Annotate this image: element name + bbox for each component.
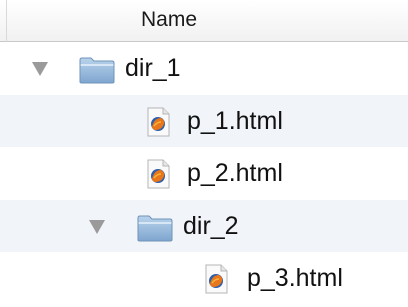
- column-header: Name: [0, 0, 408, 42]
- tree-row-dir-1[interactable]: dir_1: [0, 42, 408, 95]
- firefox-html-file-icon: [147, 159, 170, 189]
- tree-item-label: p_3.html: [247, 264, 343, 293]
- name-column-header[interactable]: Name: [141, 8, 197, 32]
- tree-row-dir-2[interactable]: dir_2: [0, 199, 408, 253]
- tree-row-p-2[interactable]: p_2.html: [0, 147, 408, 200]
- finder-list-view: Name dir_1 p_1.html p_2.html dir_2 p_3.h…: [0, 0, 408, 307]
- tree-item-label: p_1.html: [187, 106, 283, 135]
- firefox-html-file-icon: [147, 107, 170, 137]
- tree-row-p-3[interactable]: p_3.html: [0, 252, 408, 305]
- folder-icon: [137, 215, 173, 242]
- tree-item-label: dir_1: [125, 54, 181, 82]
- column-divider: [6, 0, 7, 42]
- firefox-html-file-icon: [205, 264, 228, 294]
- file-tree: dir_1 p_1.html p_2.html dir_2 p_3.html: [0, 42, 408, 305]
- disclosure-triangle-expanded-icon[interactable]: [89, 219, 105, 234]
- tree-row-p-1[interactable]: p_1.html: [0, 94, 408, 148]
- tree-item-label: p_2.html: [187, 159, 283, 188]
- tree-item-label: dir_2: [183, 211, 239, 240]
- folder-icon: [79, 57, 115, 84]
- disclosure-triangle-expanded-icon[interactable]: [32, 62, 48, 76]
